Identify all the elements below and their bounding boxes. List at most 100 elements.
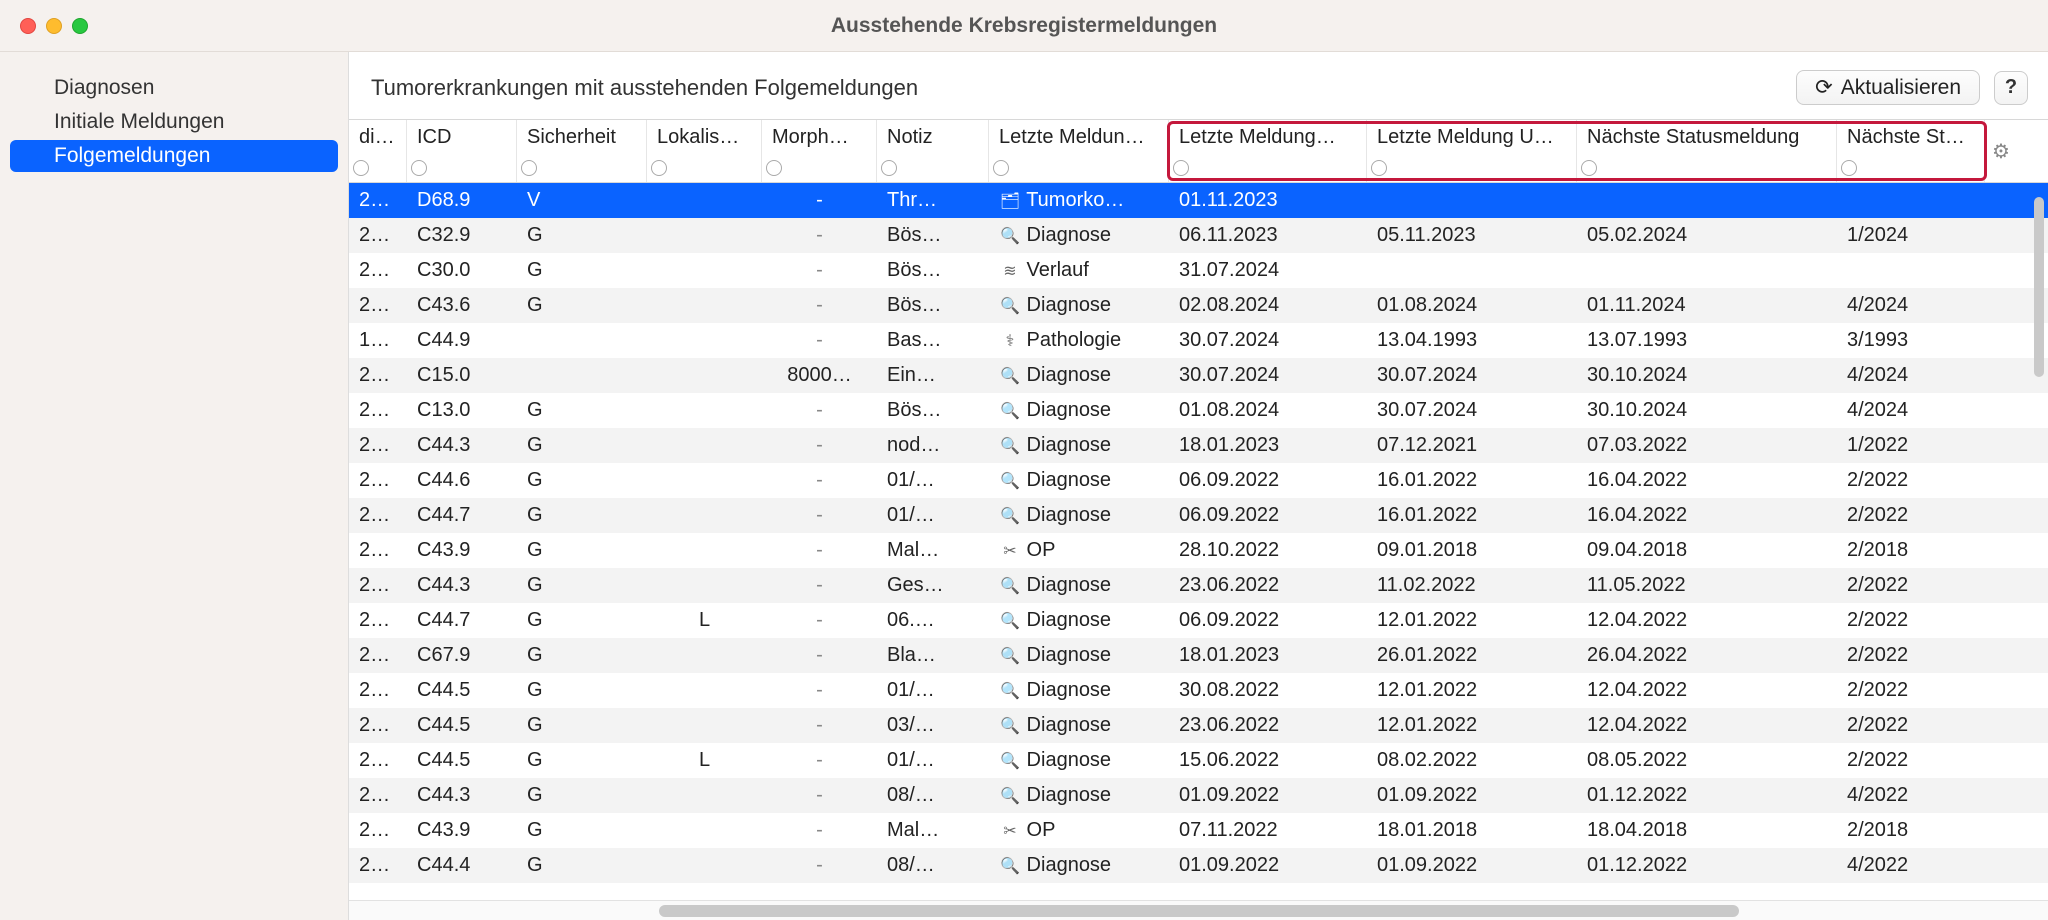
cell-dia: 20… bbox=[349, 644, 407, 667]
column-header-icd[interactable]: ICD bbox=[407, 120, 517, 182]
table-body: 20…D68.9V-Thr…🗂 Tumorko…01.11.202320…C32… bbox=[349, 183, 2048, 900]
cell-morph: - bbox=[762, 294, 877, 317]
column-filter-icon[interactable] bbox=[521, 160, 537, 176]
column-header-lmu[interactable]: Letzte Meldung U… bbox=[1367, 120, 1577, 182]
vertical-scrollbar-thumb[interactable] bbox=[2034, 197, 2044, 377]
cell-letz: 🔍 Diagnose bbox=[989, 469, 1169, 492]
cell-icd: C44.4 bbox=[407, 854, 517, 877]
cell-icd: C13.0 bbox=[407, 399, 517, 422]
table-row[interactable]: 20…C30.0G-Bös…≋ Verlauf31.07.2024 bbox=[349, 253, 2048, 288]
sidebar-item-2[interactable]: Folgemeldungen bbox=[10, 140, 338, 172]
table-row[interactable]: 19…C44.9-Bas…⚕ Pathologie30.07.202413.04… bbox=[349, 323, 2048, 358]
cell-lmu: 09.01.2018 bbox=[1367, 539, 1577, 562]
refresh-label: Aktualisieren bbox=[1841, 76, 1961, 100]
table-row[interactable]: 20…C43.9G-Mal…✂ OP28.10.202209.01.201809… bbox=[349, 533, 2048, 568]
column-filter-icon[interactable] bbox=[353, 160, 369, 176]
column-filter-icon[interactable] bbox=[651, 160, 667, 176]
table-row[interactable]: 20…C44.5G-03/…🔍 Diagnose23.06.202212.01.… bbox=[349, 708, 2048, 743]
column-header-label: Sicherheit bbox=[527, 126, 636, 149]
table-row[interactable]: 20…C43.6G-Bös…🔍 Diagnose02.08.202401.08.… bbox=[349, 288, 2048, 323]
column-filter-icon[interactable] bbox=[881, 160, 897, 176]
column-filter-icon[interactable] bbox=[1173, 160, 1189, 176]
horizontal-scrollbar-thumb[interactable] bbox=[659, 905, 1739, 917]
cell-morph: - bbox=[762, 679, 877, 702]
cell-icd: C44.3 bbox=[407, 784, 517, 807]
cell-letz: 🔍 Diagnose bbox=[989, 224, 1169, 247]
table-row[interactable]: 20…C44.7GL-06.…🔍 Diagnose06.09.202212.01… bbox=[349, 603, 2048, 638]
table-row[interactable]: 20…C44.7G-01/…🔍 Diagnose06.09.202216.01.… bbox=[349, 498, 2048, 533]
column-header-label: Notiz bbox=[887, 126, 978, 149]
cell-dia: 20… bbox=[349, 574, 407, 597]
cell-lmd: 01.08.2024 bbox=[1169, 399, 1367, 422]
cell-nst: 2/2018 bbox=[1837, 819, 1985, 842]
columns-settings-icon[interactable]: ⚙ bbox=[1985, 120, 2017, 182]
column-header-notiz[interactable]: Notiz bbox=[877, 120, 989, 182]
cell-notiz: Thr… bbox=[877, 189, 989, 212]
cell-sich: G bbox=[517, 294, 647, 317]
cell-icd: C67.9 bbox=[407, 644, 517, 667]
column-filter-icon[interactable] bbox=[993, 160, 1009, 176]
table-row[interactable]: 20…C44.5GL-01/…🔍 Diagnose15.06.202208.02… bbox=[349, 743, 2048, 778]
column-header-label: Letzte Meldung… bbox=[1179, 126, 1356, 149]
column-header-label: dia… bbox=[359, 126, 396, 149]
cell-lmd: 28.10.2022 bbox=[1169, 539, 1367, 562]
cell-dia: 20… bbox=[349, 399, 407, 422]
cell-nst: 1/2022 bbox=[1837, 434, 1985, 457]
cell-dia: 20… bbox=[349, 819, 407, 842]
cell-nsm: 13.07.1993 bbox=[1577, 329, 1837, 352]
table-row[interactable]: 20…C44.6G-01/…🔍 Diagnose06.09.202216.01.… bbox=[349, 463, 2048, 498]
cell-nst: 2/2022 bbox=[1837, 714, 1985, 737]
table-row[interactable]: 20…C67.9G-Bla…🔍 Diagnose18.01.202326.01.… bbox=[349, 638, 2048, 673]
cell-sich: G bbox=[517, 819, 647, 842]
cell-morph: - bbox=[762, 469, 877, 492]
cell-icd: C44.3 bbox=[407, 574, 517, 597]
column-header-lmd[interactable]: Letzte Meldung… bbox=[1169, 120, 1367, 182]
column-header-morph[interactable]: Morph… bbox=[762, 120, 877, 182]
sidebar-item-0[interactable]: Diagnosen bbox=[10, 72, 338, 104]
column-header-sich[interactable]: Sicherheit bbox=[517, 120, 647, 182]
help-button[interactable]: ? bbox=[1994, 71, 2028, 105]
cell-lmd: 06.09.2022 bbox=[1169, 469, 1367, 492]
cell-sich: G bbox=[517, 259, 647, 282]
table-row[interactable]: 20…D68.9V-Thr…🗂 Tumorko…01.11.2023 bbox=[349, 183, 2048, 218]
cell-notiz: Mal… bbox=[877, 539, 989, 562]
column-header-lokal[interactable]: Lokalis… bbox=[647, 120, 762, 182]
cell-morph: - bbox=[762, 189, 877, 212]
column-filter-icon[interactable] bbox=[1581, 160, 1597, 176]
zoom-window-button[interactable] bbox=[72, 18, 88, 34]
table-row[interactable]: 20…C13.0G-Bös…🔍 Diagnose01.08.202430.07.… bbox=[349, 393, 2048, 428]
sidebar-item-1[interactable]: Initiale Meldungen bbox=[10, 106, 338, 138]
cell-dia: 20… bbox=[349, 679, 407, 702]
cell-notiz: 01/… bbox=[877, 504, 989, 527]
table-row[interactable]: 20…C44.3G-Ges…🔍 Diagnose23.06.202211.02.… bbox=[349, 568, 2048, 603]
table-row[interactable]: 20…C32.9G-Bös…🔍 Diagnose06.11.202305.11.… bbox=[349, 218, 2048, 253]
cell-morph: - bbox=[762, 434, 877, 457]
minimize-window-button[interactable] bbox=[46, 18, 62, 34]
refresh-button[interactable]: ⟳ Aktualisieren bbox=[1796, 70, 1980, 105]
cell-notiz: Ges… bbox=[877, 574, 989, 597]
table-row[interactable]: 20…C15.08000…Ein…🔍 Diagnose30.07.202430.… bbox=[349, 358, 2048, 393]
column-header-nsm[interactable]: Nächste Statusmeldung bbox=[1577, 120, 1837, 182]
cell-nst: 1/2024 bbox=[1837, 224, 1985, 247]
cell-nst: 2/2022 bbox=[1837, 679, 1985, 702]
table-row[interactable]: 20…C44.5G-01/…🔍 Diagnose30.08.202212.01.… bbox=[349, 673, 2048, 708]
column-header-dia[interactable]: dia… bbox=[349, 120, 407, 182]
table-row[interactable]: 20…C44.3G-08/…🔍 Diagnose01.09.202201.09.… bbox=[349, 778, 2048, 813]
column-filter-icon[interactable] bbox=[1371, 160, 1387, 176]
table-row[interactable]: 20…C44.4G-08/…🔍 Diagnose01.09.202201.09.… bbox=[349, 848, 2048, 883]
cell-letz: 🔍 Diagnose bbox=[989, 574, 1169, 597]
table-row[interactable]: 20…C44.3G-nod…🔍 Diagnose18.01.202307.12.… bbox=[349, 428, 2048, 463]
horizontal-scrollbar[interactable] bbox=[349, 900, 2048, 920]
close-window-button[interactable] bbox=[20, 18, 36, 34]
column-header-label: Letzte Meldung U… bbox=[1377, 126, 1566, 149]
cell-icd: D68.9 bbox=[407, 189, 517, 212]
column-header-letz[interactable]: Letzte Meldun… bbox=[989, 120, 1169, 182]
cell-icd: C15.0 bbox=[407, 364, 517, 387]
column-header-nst[interactable]: Nächste St… bbox=[1837, 120, 1985, 182]
column-filter-icon[interactable] bbox=[766, 160, 782, 176]
cell-letz: 🔍 Diagnose bbox=[989, 434, 1169, 457]
column-filter-icon[interactable] bbox=[411, 160, 427, 176]
column-filter-icon[interactable] bbox=[1841, 160, 1857, 176]
table-row[interactable]: 20…C43.9G-Mal…✂ OP07.11.202218.01.201818… bbox=[349, 813, 2048, 848]
vertical-scrollbar[interactable] bbox=[2034, 197, 2044, 896]
